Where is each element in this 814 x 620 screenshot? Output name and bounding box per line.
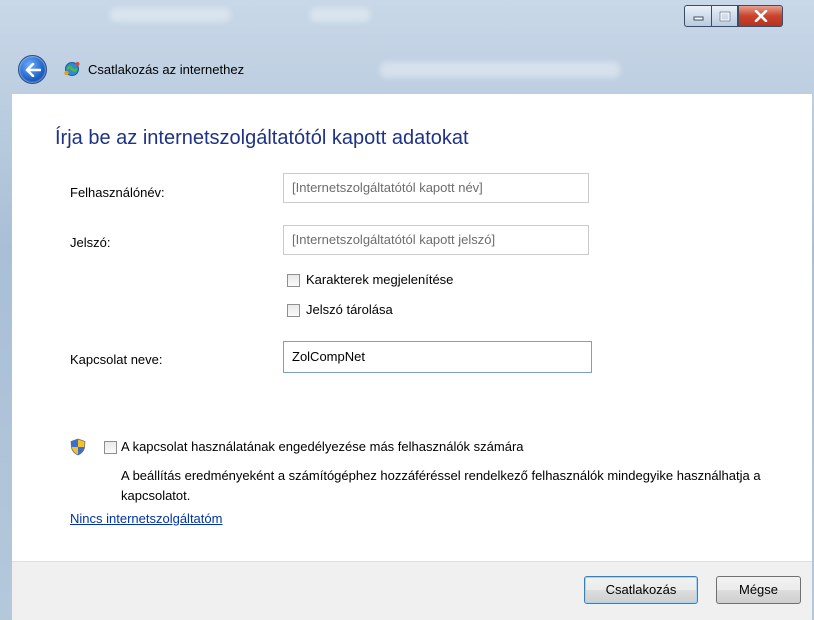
uac-shield-icon [70,438,86,456]
password-field[interactable]: [Internetszolgáltatótól kapott jelszó] [283,225,589,255]
username-field[interactable]: [Internetszolgáltatótól kapott név] [283,173,589,203]
username-label: Felhasználónév: [70,185,165,200]
password-label: Jelszó: [70,235,111,250]
page-heading: Írja be az internetszolgáltatótól kapott… [55,127,469,149]
remember-password-label[interactable]: Jelszó tárolása [306,302,393,317]
blurred-background [380,62,620,78]
remember-password-checkbox[interactable] [287,304,300,317]
connect-button[interactable]: Csatlakozás [584,576,698,604]
blurred-background [310,8,370,22]
minimize-button[interactable] [684,5,711,27]
maximize-button[interactable] [711,5,738,27]
connection-name-label: Kapcsolat neve: [70,352,163,367]
blurred-background [110,8,230,22]
allow-sharing-label[interactable]: A kapcsolat használatának engedélyezése … [121,439,524,454]
show-characters-label[interactable]: Karakterek megjelenítése [306,272,453,287]
window-title: Csatlakozás az internethez [88,62,245,77]
close-icon [754,10,767,22]
back-button[interactable] [18,55,47,84]
cancel-button[interactable]: Mégse [716,576,801,604]
back-arrow-icon [25,62,41,77]
maximize-icon [719,11,730,21]
close-button[interactable] [738,5,783,27]
minimize-icon [693,16,703,21]
allow-sharing-checkbox[interactable] [104,441,117,454]
show-characters-checkbox[interactable] [287,274,300,287]
network-globe-icon [64,62,80,76]
no-isp-link[interactable]: Nincs internetszolgáltatóm [70,511,222,526]
connection-name-field[interactable]: ZolCompNet [283,341,592,373]
sharing-description: A beállítás eredményeként a számítógéphe… [121,468,761,503]
